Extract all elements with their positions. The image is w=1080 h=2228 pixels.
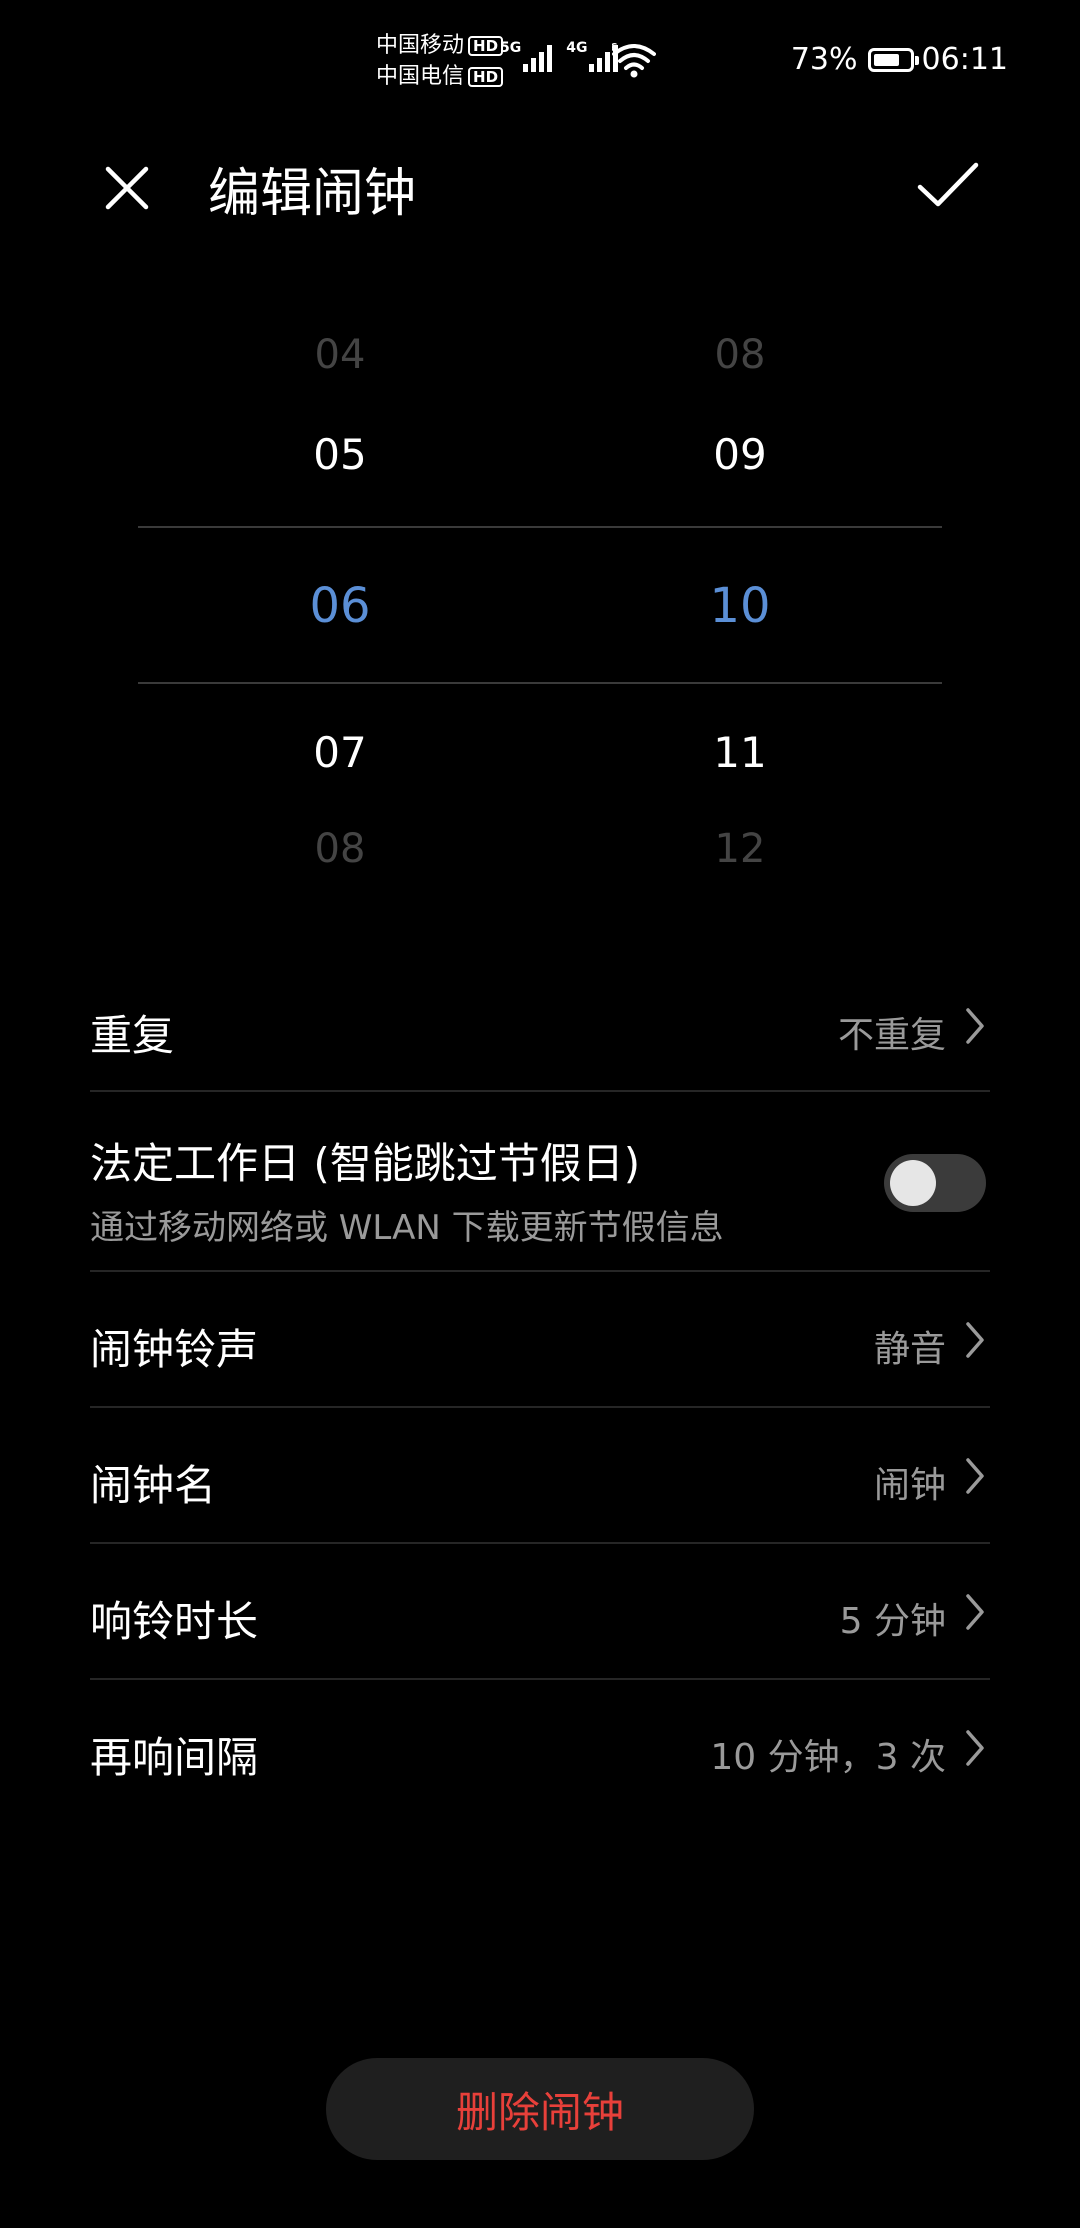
snooze-row[interactable]: 再响间隔 10 分钟，3 次 [90, 1680, 990, 1816]
repeat-row[interactable]: 重复 不重复 [90, 960, 990, 1092]
header: 编辑闹钟 [0, 125, 1080, 235]
alarm-name-row[interactable]: 闹钟名 闹钟 [90, 1408, 990, 1544]
hour-option[interactable]: 05 [190, 430, 490, 479]
minute-option[interactable]: 09 [590, 430, 890, 479]
status-bar: 中国移动 HD 中国电信 HD 5G 4G 6 73% 06:11 [0, 0, 1080, 125]
ringtone-row[interactable]: 闹钟铃声 静音 [90, 1272, 990, 1408]
ringtone-value: 静音 [873, 1329, 946, 1370]
minute-option[interactable]: 12 [590, 826, 890, 872]
toggle-knob [890, 1160, 936, 1206]
chevron-right-icon [966, 1458, 984, 1494]
signal-5g: 5G [500, 40, 553, 72]
hour-wheel[interactable]: 04 05 06 07 08 [190, 300, 490, 900]
alarm-name-value: 闹钟 [873, 1465, 946, 1506]
snooze-value: 10 分钟，3 次 [710, 1737, 946, 1778]
carrier-2: 中国电信 [376, 64, 465, 89]
battery-percent: 73% [790, 42, 858, 77]
wifi-icon: 6 [610, 41, 656, 82]
close-button[interactable] [92, 153, 162, 223]
delete-alarm-button[interactable]: 删除闹钟 [326, 2058, 754, 2160]
carrier-info: 中国移动 HD 中国电信 HD [376, 30, 504, 92]
workday-subtitle: 通过移动网络或 WLAN 下载更新节假信息 [90, 1208, 724, 1248]
chevron-right-icon [966, 1322, 984, 1358]
network-type-label: 4G [566, 40, 588, 56]
ring-duration-row[interactable]: 响铃时长 5 分钟 [90, 1544, 990, 1680]
workday-toggle[interactable] [884, 1154, 986, 1212]
status-right: 73% 06:11 [791, 42, 1008, 77]
workday-row[interactable]: 法定工作日 (智能跳过节假日) 通过移动网络或 WLAN 下载更新节假信息 [90, 1092, 990, 1272]
workday-label: 法定工作日 (智能跳过节假日) [90, 1139, 641, 1188]
ring-duration-label: 响铃时长 [90, 1597, 259, 1646]
ring-duration-value: 5 分钟 [839, 1601, 946, 1642]
hour-option[interactable]: 08 [190, 826, 490, 872]
alarm-name-label: 闹钟名 [90, 1461, 217, 1510]
minute-wheel[interactable]: 08 09 10 11 12 [590, 300, 890, 900]
page-title: 编辑闹钟 [208, 164, 417, 224]
repeat-label: 重复 [90, 1011, 175, 1060]
delete-alarm-label: 删除闹钟 [455, 2087, 624, 2137]
minute-option[interactable]: 08 [590, 332, 890, 378]
hd-badge: HD [468, 35, 504, 56]
carrier-1: 中国移动 [376, 33, 465, 58]
network-type-label: 5G [500, 40, 522, 56]
hour-selected[interactable]: 06 [190, 578, 490, 634]
wifi-6-badge: 6 [612, 42, 618, 54]
hour-option[interactable]: 04 [190, 332, 490, 378]
check-icon [917, 162, 979, 207]
repeat-value: 不重复 [837, 1015, 946, 1056]
settings-list: 重复 不重复 法定工作日 (智能跳过节假日) 通过移动网络或 WLAN 下载更新… [90, 960, 990, 1816]
chevron-right-icon [966, 1008, 984, 1044]
hour-option[interactable]: 07 [190, 728, 490, 777]
close-icon [105, 166, 149, 210]
hd-badge: HD [468, 66, 504, 87]
battery-fill [873, 53, 899, 66]
confirm-button[interactable] [912, 149, 984, 221]
ringtone-label: 闹钟铃声 [90, 1325, 259, 1374]
chevron-right-icon [966, 1594, 984, 1630]
battery-icon [867, 47, 919, 72]
chevron-right-icon [966, 1730, 984, 1766]
signal-indicators: 5G 4G [500, 40, 619, 72]
snooze-label: 再响间隔 [90, 1733, 259, 1782]
time-picker: 04 05 06 07 08 08 09 10 11 12 [0, 300, 1080, 900]
signal-bars-icon [523, 40, 553, 72]
status-time: 06:11 [921, 42, 1008, 77]
minute-selected[interactable]: 10 [590, 578, 890, 634]
signal-4g: 4G [566, 40, 619, 72]
minute-option[interactable]: 11 [590, 728, 890, 777]
